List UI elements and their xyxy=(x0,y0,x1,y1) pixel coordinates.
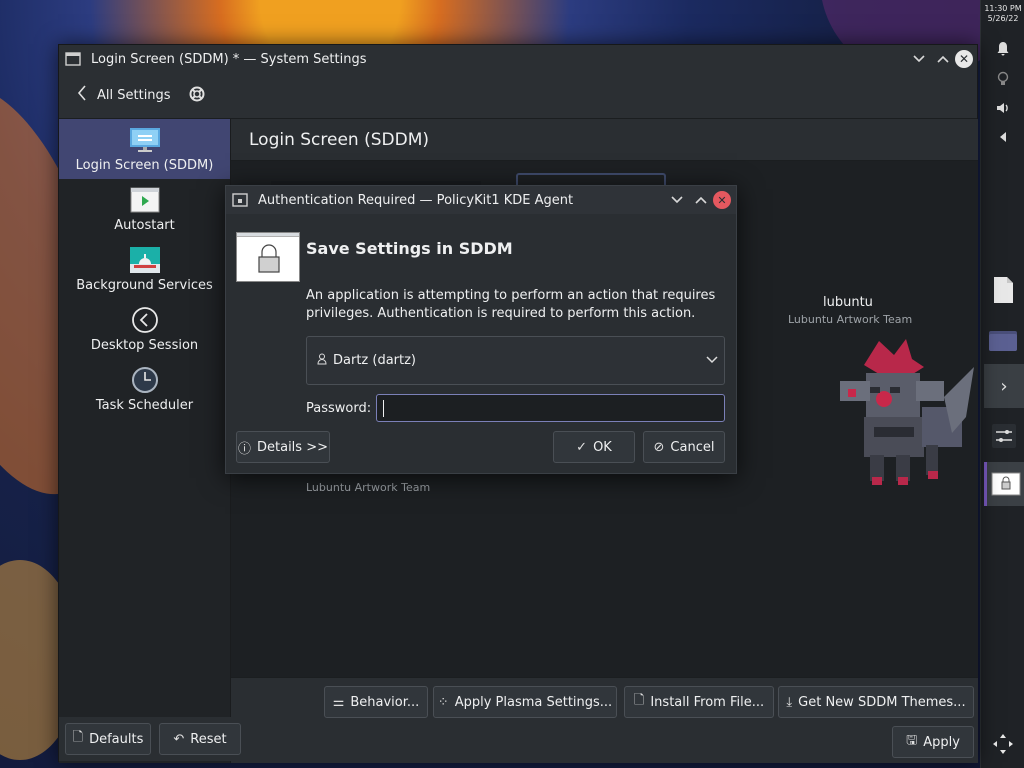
window-titlebar[interactable]: Login Screen (SDDM) * — System Settings … xyxy=(59,45,977,73)
get-new-label: Get New SDDM Themes... xyxy=(798,694,966,710)
clock-time: 11:30 PM xyxy=(984,4,1022,13)
terminal-chevron-icon: › xyxy=(1000,375,1008,397)
cancel-circle-icon: ⊘ xyxy=(653,439,665,455)
system-panel: 11:30 PM 5/26/22 › xyxy=(980,0,1024,768)
desktop-session-back-icon xyxy=(129,306,161,334)
dialog-title: Authentication Required — PolicyKit1 KDE… xyxy=(258,192,574,208)
document-icon[interactable] xyxy=(981,272,1024,308)
sidebar-item-task-scheduler[interactable]: Task Scheduler xyxy=(59,359,230,419)
close-window-icon[interactable]: ✕ xyxy=(955,50,973,68)
settings-sidebar: Login Screen (SDDM) Autostart Background… xyxy=(59,119,231,763)
dialog-minimize-chevron-down-icon[interactable] xyxy=(665,188,689,212)
text-caret xyxy=(383,400,384,417)
user-select[interactable]: Dartz (dartz) xyxy=(306,336,725,385)
info-icon: ⓘ xyxy=(237,441,251,457)
dialog-maximize-chevron-up-icon[interactable] xyxy=(689,188,713,212)
sidebar-item-background-services[interactable]: Background Services xyxy=(59,239,230,299)
minimize-chevron-down-icon[interactable] xyxy=(907,47,931,71)
install-from-file-button[interactable]: 🗋 Install From File... xyxy=(624,686,774,718)
behavior-button[interactable]: ⚌ Behavior... xyxy=(324,686,428,718)
cancel-label: Cancel xyxy=(670,439,715,455)
sidebar-item-autostart[interactable]: Autostart xyxy=(59,179,230,239)
dialog-titlebar[interactable]: Authentication Required — PolicyKit1 KDE… xyxy=(226,186,736,214)
clock[interactable]: 11:30 PM 5/26/22 xyxy=(981,4,1024,24)
ok-label: OK xyxy=(593,439,612,455)
sparkle-icon: ⁘ xyxy=(437,694,449,710)
autostart-play-icon xyxy=(129,186,161,214)
task-policykit-agent[interactable] xyxy=(984,462,1024,506)
dialog-heading: Save Settings in SDDM xyxy=(306,239,513,258)
theme-name: lubuntu xyxy=(823,295,873,310)
apply-label: Apply xyxy=(923,734,960,750)
undo-icon: ↶ xyxy=(173,731,185,747)
user-icon xyxy=(317,353,327,368)
expand-tray-icon[interactable] xyxy=(981,122,1024,152)
monitor-icon xyxy=(129,126,161,154)
help-lifebuoy-icon[interactable] xyxy=(189,86,205,106)
sliders-icon: ⚌ xyxy=(332,694,345,710)
settings-sliders-icon xyxy=(992,424,1016,448)
apply-button[interactable]: 🖫 Apply xyxy=(892,726,974,758)
authentication-dialog: Authentication Required — PolicyKit1 KDE… xyxy=(225,185,737,474)
volume-icon[interactable] xyxy=(981,93,1024,123)
sidebar-item-label: Background Services xyxy=(76,278,213,293)
apply-plasma-settings-button[interactable]: ⁘ Apply Plasma Settings... xyxy=(433,686,617,718)
password-input[interactable] xyxy=(376,394,725,422)
task-system-settings[interactable] xyxy=(984,414,1024,458)
clock-date: 5/26/22 xyxy=(987,14,1019,23)
lightbulb-icon[interactable] xyxy=(981,64,1024,94)
theme-actions-bar: ⚌ Behavior... ⁘ Apply Plasma Settings...… xyxy=(231,677,978,763)
maximize-chevron-up-icon[interactable] xyxy=(931,47,955,71)
background-services-bell-icon xyxy=(129,246,161,274)
page-title: Login Screen (SDDM) xyxy=(231,119,978,161)
dialog-message: An application is attempting to perform … xyxy=(306,288,716,321)
dialog-close-icon[interactable]: ✕ xyxy=(713,191,731,209)
defaults-label: Defaults xyxy=(89,731,144,747)
notifications-bell-icon[interactable] xyxy=(981,34,1024,64)
theme-author: Lubuntu Artwork Team xyxy=(306,481,431,494)
sidebar-item-label: Desktop Session xyxy=(90,338,199,353)
file-install-icon: 🗋 xyxy=(633,693,645,708)
theme-author: Lubuntu Artwork Team xyxy=(788,313,913,326)
back-arrow-icon[interactable] xyxy=(77,85,87,106)
task-konsole[interactable]: › xyxy=(984,364,1024,408)
apply-plasma-label: Apply Plasma Settings... xyxy=(454,694,613,710)
user-select-value: Dartz (dartz) xyxy=(333,353,417,368)
folder-icon[interactable] xyxy=(981,322,1024,358)
window-title: Login Screen (SDDM) * — System Settings xyxy=(91,51,367,67)
behavior-label: Behavior... xyxy=(350,694,420,710)
lubuntu-theme-mascot-image[interactable] xyxy=(834,337,976,495)
sidebar-item-label: Task Scheduler xyxy=(95,398,194,413)
reset-button[interactable]: ↶ Reset xyxy=(159,723,241,755)
cancel-button[interactable]: ⊘ Cancel xyxy=(643,431,725,463)
lock-icon xyxy=(236,232,300,282)
apply-icon: 🖫 xyxy=(906,733,918,748)
ok-button[interactable]: ✓ OK xyxy=(553,431,635,463)
footer-left: 🗋 Defaults ↶ Reset xyxy=(59,717,241,761)
install-file-label: Install From File... xyxy=(650,694,765,710)
settings-toolbar: All Settings xyxy=(59,73,977,119)
dialog-app-icon xyxy=(232,193,248,207)
reset-label: Reset xyxy=(190,731,227,747)
lock-dialog-icon xyxy=(991,472,1020,496)
sidebar-item-login-screen[interactable]: Login Screen (SDDM) xyxy=(59,119,230,179)
move-arrows-icon[interactable] xyxy=(981,728,1024,760)
defaults-button[interactable]: 🗋 Defaults xyxy=(65,723,151,755)
all-settings-link[interactable]: All Settings xyxy=(97,88,171,103)
get-new-sddm-themes-button[interactable]: ⤓ Get New SDDM Themes... xyxy=(778,686,974,718)
sidebar-item-desktop-session[interactable]: Desktop Session xyxy=(59,299,230,359)
window-app-icon xyxy=(65,52,81,66)
sidebar-item-label: Autostart xyxy=(114,218,175,233)
clock-icon xyxy=(129,366,161,394)
checkmark-icon: ✓ xyxy=(576,439,588,455)
defaults-doc-icon: 🗋 xyxy=(72,730,84,745)
download-icon: ⤓ xyxy=(786,694,793,710)
sidebar-item-label: Login Screen (SDDM) xyxy=(75,158,214,173)
details-button[interactable]: ⓘ Details >> xyxy=(236,431,330,463)
chevron-down-icon xyxy=(706,353,718,368)
password-label: Password: xyxy=(306,401,372,416)
details-label: Details >> xyxy=(257,439,328,455)
